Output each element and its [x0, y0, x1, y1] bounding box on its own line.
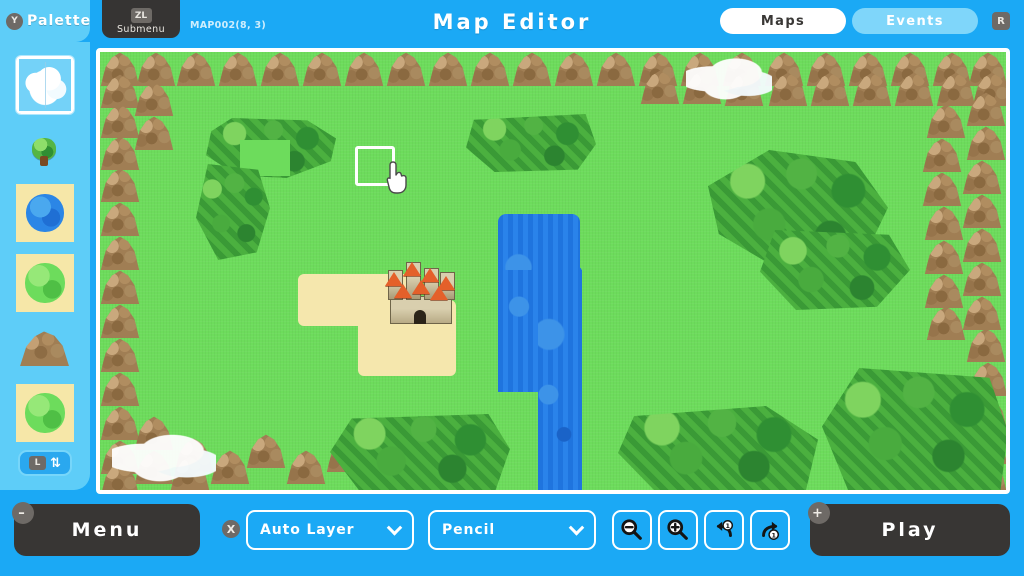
redo-icon: 1	[762, 521, 780, 540]
menu-button[interactable]: – Menu	[12, 502, 200, 556]
grass-blob-icon	[24, 262, 66, 304]
menu-button-label: Menu	[71, 519, 143, 541]
palette-item-grass-2[interactable]	[16, 384, 74, 442]
palette-item-mountain[interactable]	[18, 324, 72, 370]
map-canvas-frame[interactable]	[96, 48, 1010, 494]
water-tile-icon	[16, 184, 74, 242]
tab-group: Maps Events	[720, 8, 978, 34]
play-button[interactable]: + Play	[808, 502, 1010, 556]
plus-button-badge: +	[808, 502, 830, 524]
tool-dropdown[interactable]: Pencil	[428, 510, 596, 550]
grass-tile-2-icon	[16, 384, 74, 442]
map-canvas[interactable]	[100, 52, 1006, 490]
bottom-toolbar: – Menu X Auto Layer Pencil 1 1 + Play	[0, 494, 1024, 576]
mountain-tile-icon	[20, 331, 69, 366]
header-bar: Y Palette ZL Submenu MAP002(8, 3) Map Ed…	[0, 0, 1024, 45]
undo-button[interactable]: 1	[704, 510, 744, 550]
tab-events[interactable]: Events	[852, 8, 978, 34]
r-button-badge[interactable]: R	[992, 12, 1010, 30]
auto-layer-value: Auto Layer	[260, 522, 355, 538]
minus-button-badge: –	[12, 502, 34, 524]
tree-trunk-icon	[40, 156, 48, 166]
water-blob-icon	[26, 194, 64, 232]
undo-icon: 1	[716, 520, 734, 538]
map-editor-app: Y Palette ZL Submenu MAP002(8, 3) Map Ed…	[0, 0, 1024, 576]
swap-vertical-icon: ⇅	[50, 455, 61, 471]
zoom-out-icon	[621, 519, 642, 540]
auto-layer-dropdown[interactable]: Auto Layer	[246, 510, 414, 550]
castle-sprite[interactable]	[385, 258, 456, 324]
layer-toggle-button[interactable]: L ⇅	[18, 450, 72, 476]
grass-tile-icon	[16, 254, 74, 312]
palette-sidebar: L ⇅	[0, 42, 90, 490]
zoom-in-icon	[667, 519, 688, 540]
castle-door	[414, 310, 426, 324]
cloud-overlay-top	[686, 56, 772, 100]
x-button-badge: X	[222, 520, 240, 538]
tool-value: Pencil	[442, 522, 496, 538]
redo-button[interactable]: 1	[750, 510, 790, 550]
palette-item-grass[interactable]	[16, 254, 74, 312]
grass-blob-2-icon	[24, 392, 66, 434]
cloud-overlay-bottom	[112, 432, 216, 482]
chevron-down-icon	[386, 520, 403, 536]
zoom-in-button[interactable]	[658, 510, 698, 550]
l-button-badge: L	[29, 456, 47, 470]
pointing-hand-cursor	[384, 160, 410, 194]
palette-item-cloud[interactable]	[16, 56, 74, 114]
chevron-down-icon	[568, 520, 585, 536]
palette-item-water[interactable]	[16, 184, 74, 242]
palette-item-tree[interactable]	[30, 138, 58, 168]
svg-text:1: 1	[725, 522, 730, 530]
cloud-tile-icon	[19, 59, 71, 111]
zoom-out-button[interactable]	[612, 510, 652, 550]
svg-text:1: 1	[771, 531, 776, 539]
tab-maps[interactable]: Maps	[720, 8, 846, 34]
play-button-label: Play	[881, 519, 939, 541]
